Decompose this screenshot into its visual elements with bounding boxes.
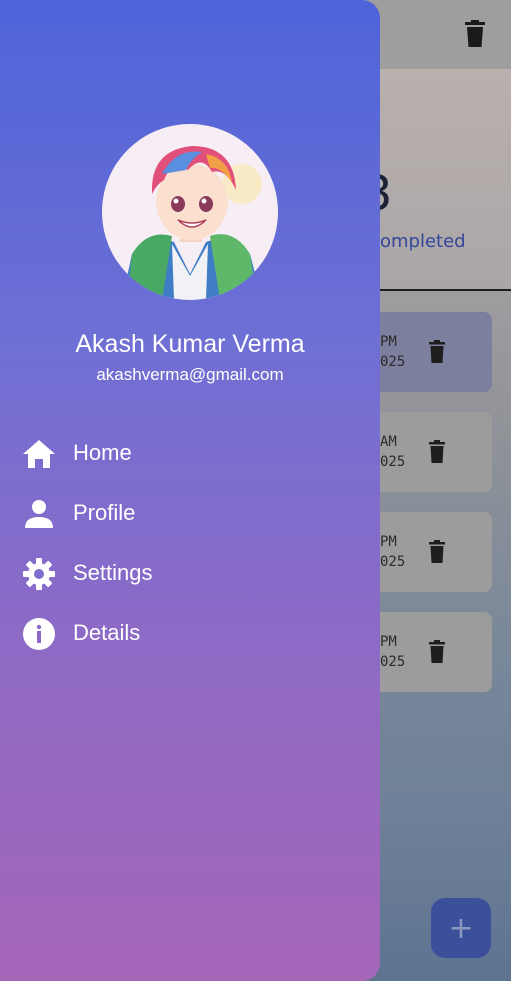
person-icon (22, 497, 56, 531)
task-date: 025 (380, 654, 406, 670)
menu-label: Profile (73, 500, 136, 525)
menu-item-profile[interactable]: Profile (0, 484, 380, 544)
menu-label: Settings (73, 560, 153, 585)
screen: 3 ompleted PM 025 AM 025 PM 025 (0, 0, 511, 981)
menu-item-details[interactable]: Details (0, 604, 380, 664)
menu-label: Details (73, 620, 141, 645)
info-icon (22, 617, 56, 651)
menu-label: Home (73, 440, 132, 465)
task-time: PM (380, 334, 397, 350)
task-date: 025 (380, 354, 406, 370)
task-time: PM (380, 534, 397, 550)
avatar (102, 124, 278, 300)
delete-icon[interactable] (428, 640, 446, 664)
task-date: 025 (380, 554, 406, 570)
menu-item-home[interactable]: Home (0, 424, 380, 484)
user-name: Akash Kumar Verma (75, 330, 305, 358)
user-email: akashverma@gmail.com (96, 365, 284, 384)
delete-all-icon[interactable] (463, 20, 487, 48)
home-icon (22, 437, 56, 471)
gear-icon (22, 557, 56, 591)
menu-item-settings[interactable]: Settings (0, 544, 380, 604)
navigation-drawer: Akash Kumar Verma akashverma@gmail.com H… (0, 0, 380, 981)
task-date: 025 (380, 454, 406, 470)
task-time: AM (380, 434, 397, 450)
task-time: PM (380, 634, 397, 650)
add-task-button[interactable]: + (431, 898, 491, 958)
delete-icon[interactable] (428, 340, 446, 364)
avatar-illustration (102, 124, 278, 300)
delete-icon[interactable] (428, 440, 446, 464)
delete-icon[interactable] (428, 540, 446, 564)
drawer-menu: Home Profile Settings Details (0, 424, 380, 664)
stat-label: ompleted (380, 231, 466, 252)
